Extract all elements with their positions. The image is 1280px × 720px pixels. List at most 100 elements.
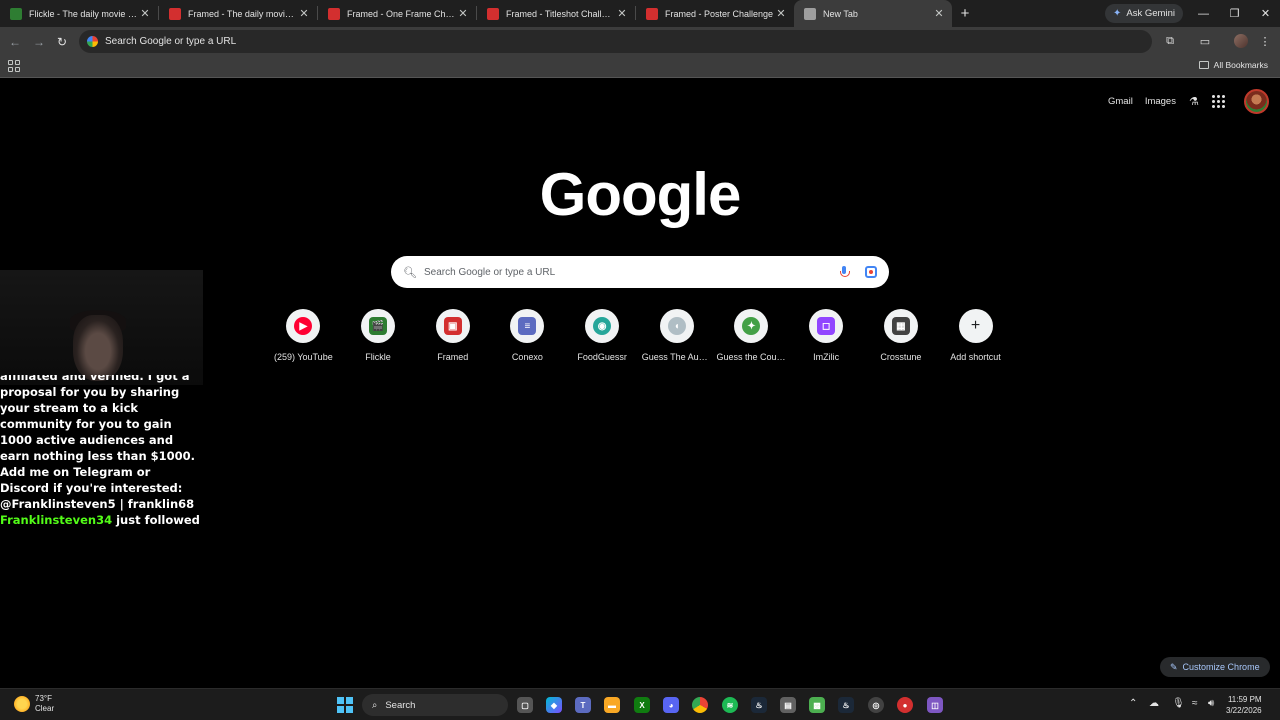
copilot-icon[interactable]: ◆: [546, 697, 562, 713]
shortcut-tile[interactable]: ◻: [809, 309, 844, 343]
twitch-icon: ◻: [817, 317, 836, 335]
folder-icon: [1198, 61, 1209, 69]
tab-close-icon[interactable]: ✕: [138, 7, 152, 21]
chat-message: proposal for you by sharing your stream …: [0, 385, 196, 511]
tab-0[interactable]: Flickle - The daily movie guess✕: [0, 0, 158, 27]
customize-chrome-button[interactable]: ✎ Customize Chrome: [1160, 657, 1270, 677]
gmail-link[interactable]: Gmail: [1108, 96, 1133, 107]
taskbar-search[interactable]: ⌕ Search: [362, 694, 508, 716]
file-explorer-icon[interactable]: ▬: [604, 697, 620, 713]
tab-1[interactable]: Framed - The daily movie guess✕: [159, 0, 317, 27]
reload-icon[interactable]: ↻: [53, 33, 71, 51]
ask-gemini-button[interactable]: ✦ Ask Gemini: [1105, 4, 1183, 23]
shortcut-tile[interactable]: ◉: [585, 309, 620, 343]
chrome-icon[interactable]: [692, 697, 708, 713]
shortcut-tile[interactable]: ◖: [659, 309, 694, 343]
back-icon[interactable]: ←: [6, 33, 24, 51]
start-icon[interactable]: [337, 697, 353, 713]
labs-icon[interactable]: ⚗: [1188, 95, 1200, 108]
search-input[interactable]: Search Google or type a URL: [424, 267, 839, 278]
teams-icon[interactable]: T: [575, 697, 591, 713]
app-purple-icon[interactable]: ◫: [927, 697, 943, 713]
tab-4[interactable]: Framed - Poster Challenge ✕: [636, 0, 794, 27]
tab-close-icon[interactable]: ✕: [774, 7, 788, 21]
crosstune-icon: ▦: [891, 317, 910, 335]
app-red-icon[interactable]: ●: [897, 697, 913, 713]
tab-close-icon[interactable]: ✕: [297, 7, 311, 21]
google-apps-icon[interactable]: [1211, 95, 1225, 108]
voice-search-icon[interactable]: [839, 266, 850, 278]
shortcut-tile[interactable]: ✦: [734, 309, 769, 343]
menu-icon[interactable]: ⋮: [1258, 34, 1272, 48]
shortcut-tile[interactable]: ≡: [510, 309, 545, 343]
minecraft-icon[interactable]: ▩: [809, 697, 825, 713]
tab-close-icon[interactable]: ✕: [615, 7, 629, 21]
shortcut-framed[interactable]: ▣ Framed: [415, 309, 490, 362]
date-text: 3/22/2026: [1226, 706, 1262, 715]
store-icon[interactable]: ▤: [780, 697, 796, 713]
weather-widget[interactable]: 73°F Clear: [14, 694, 54, 714]
tab-2[interactable]: Framed - One Frame Challenge✕: [318, 0, 476, 27]
task-view-icon[interactable]: ▢: [517, 697, 533, 713]
shortcut-label: Add shortcut: [950, 352, 1001, 362]
address-bar[interactable]: Search Google or type a URL: [79, 30, 1152, 53]
customize-chrome-label: Customize Chrome: [1182, 662, 1260, 672]
shortcut-tile[interactable]: ▦: [883, 309, 918, 343]
shortcut-twitch[interactable]: ◻ ImZilic: [789, 309, 864, 362]
steam-alt-icon[interactable]: ♨: [838, 697, 854, 713]
minimize-icon[interactable]: —: [1188, 0, 1219, 27]
mic-tray-icon[interactable]: 🎙︎: [1172, 698, 1185, 709]
shortcut-tile[interactable]: ▣: [435, 309, 470, 343]
tab-close-icon[interactable]: ✕: [932, 7, 946, 21]
clock[interactable]: 11:59 PM 3/22/2026: [1226, 694, 1262, 716]
volume-icon[interactable]: 🔊︎: [1208, 698, 1214, 709]
close-window-icon[interactable]: ✕: [1250, 0, 1280, 27]
wifi-icon[interactable]: ≈: [1192, 698, 1198, 709]
cast-icon[interactable]: ▭: [1198, 34, 1212, 48]
shortcut-conexo[interactable]: ≡ Conexo: [490, 309, 565, 362]
google-top-links: Gmail Images ⚗: [1108, 95, 1225, 108]
all-bookmarks-button[interactable]: All Bookmarks: [1198, 60, 1268, 70]
xbox-icon[interactable]: X: [634, 697, 650, 713]
forward-icon[interactable]: →: [30, 33, 48, 51]
chat-cut-line: affiliated and verified. I got a: [0, 375, 190, 383]
extensions-icon[interactable]: ⧉: [1163, 34, 1177, 48]
lens-icon[interactable]: [865, 266, 877, 278]
tab-5[interactable]: New Tab ✕: [794, 0, 952, 27]
new-tab-icon[interactable]: +: [952, 0, 978, 27]
tab-title: Flickle - The daily movie guess: [29, 8, 138, 19]
foodguessr-icon: ◉: [593, 317, 612, 335]
shortcut-label: Guess The Audi...: [641, 352, 712, 362]
obs-icon[interactable]: ◎: [868, 697, 884, 713]
shortcut-guess-country[interactable]: ✦ Guess the Coun...: [714, 309, 789, 362]
onedrive-icon[interactable]: ☁: [1149, 698, 1159, 709]
follow-text: just followed: [112, 513, 200, 527]
shortcut-tile[interactable]: 🎬: [361, 309, 396, 343]
search-icon: ⌕: [372, 699, 378, 711]
discord-icon[interactable]: ◕: [663, 697, 679, 713]
shortcut-tile[interactable]: +: [958, 309, 993, 343]
shortcut-plus[interactable]: + Add shortcut: [938, 309, 1013, 362]
google-account-avatar[interactable]: [1244, 89, 1269, 114]
restore-icon[interactable]: ❐: [1219, 0, 1250, 27]
steam-icon[interactable]: ♨: [751, 697, 767, 713]
apps-icon[interactable]: [8, 60, 20, 72]
tab-3[interactable]: Framed - Titleshot Challenge ✕: [477, 0, 635, 27]
tray-chevron-icon[interactable]: ⌃: [1129, 698, 1137, 709]
tab-title: Framed - Titleshot Challenge: [506, 8, 615, 19]
profile-avatar[interactable]: [1234, 34, 1248, 48]
shortcut-label: Guess the Coun...: [716, 352, 787, 362]
conexo-icon: ≡: [518, 317, 537, 335]
shortcut-flickle[interactable]: 🎬 Flickle: [341, 309, 416, 362]
shortcut-foodguessr[interactable]: ◉ FoodGuessr: [565, 309, 640, 362]
images-link[interactable]: Images: [1145, 96, 1176, 107]
shortcut-tile[interactable]: ▶: [286, 309, 321, 343]
tab-close-icon[interactable]: ✕: [456, 7, 470, 21]
shortcut-crosstune[interactable]: ▦ Crosstune: [864, 309, 939, 362]
shortcut-guess-audio[interactable]: ◖ Guess The Audi...: [639, 309, 714, 362]
search-box[interactable]: 🔍︎ Search Google or type a URL: [391, 256, 889, 288]
stream-chat-overlay: affiliated and verified. I got a proposa…: [0, 375, 200, 528]
spotify-icon[interactable]: ≋: [722, 697, 738, 713]
guess-audio-icon: ◖: [667, 317, 686, 335]
shortcut-youtube[interactable]: ▶ (259) YouTube: [266, 309, 341, 362]
